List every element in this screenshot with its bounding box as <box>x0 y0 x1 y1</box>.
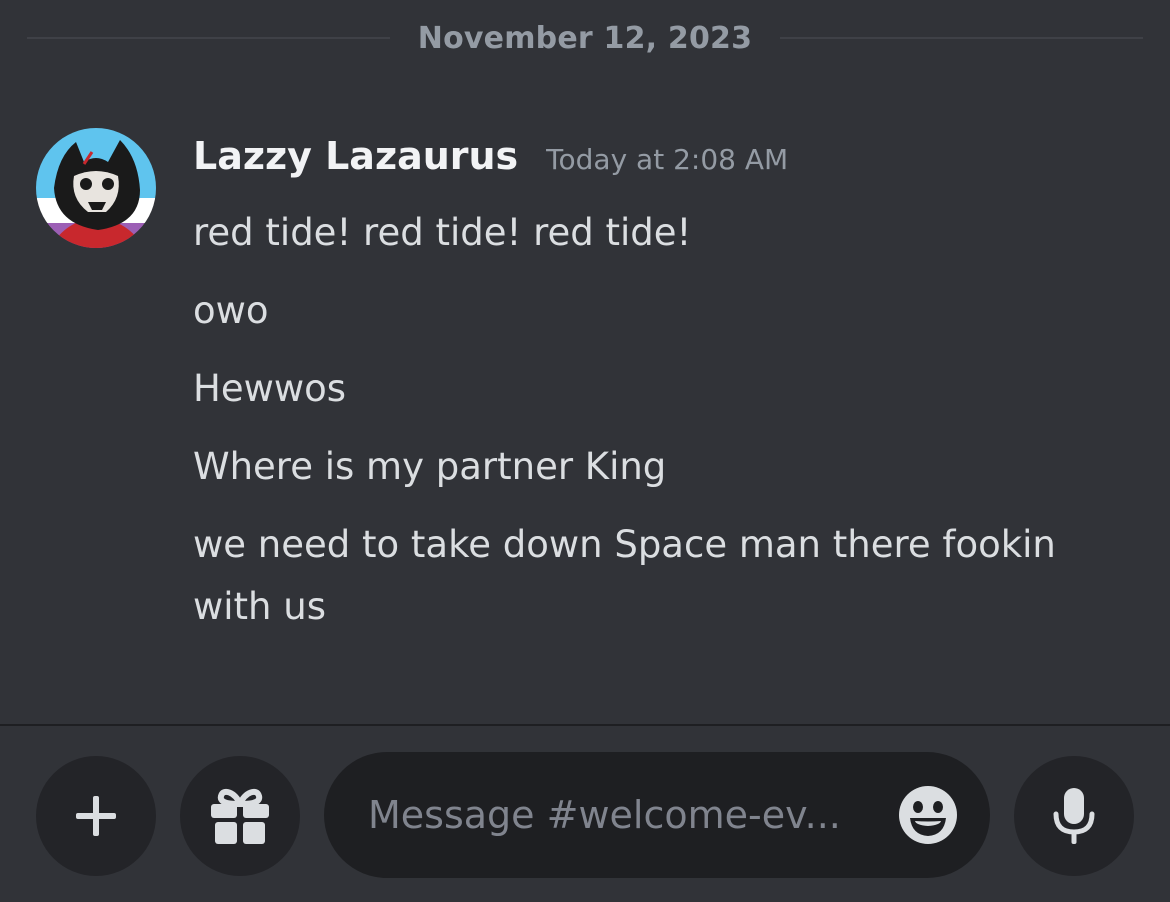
divider-line-right <box>780 37 1143 39</box>
gift-icon <box>211 788 269 844</box>
message-line[interactable]: Where is my partner King <box>193 436 1143 498</box>
message-input-placeholder: Message #welcome-ev... <box>368 793 841 837</box>
message-header: Lazzy Lazaurus Today at 2:08 AM <box>193 134 788 178</box>
message-content: red tide! red tide! red tide! owo Hewwos… <box>193 202 1143 654</box>
attach-button[interactable] <box>36 756 156 876</box>
message-composer: Message #welcome-ev... <box>0 726 1170 902</box>
message-line[interactable]: Hewwos <box>193 358 1143 420</box>
voice-message-button[interactable] <box>1014 756 1134 876</box>
message-line[interactable]: owo <box>193 280 1143 342</box>
emoji-button[interactable] <box>898 785 958 845</box>
gift-button[interactable] <box>180 756 300 876</box>
divider-date: November 12, 2023 <box>417 20 753 56</box>
message-input[interactable]: Message #welcome-ev... <box>324 752 990 878</box>
message-line[interactable]: we need to take down Space man there foo… <box>193 514 1143 638</box>
microphone-icon <box>1053 788 1095 844</box>
chat-screen: November 12, 2023 Lazzy Lazaurus Today a… <box>0 0 1170 902</box>
emoji-smile-icon <box>899 786 957 844</box>
avatar[interactable] <box>36 128 156 248</box>
message-line[interactable]: red tide! red tide! red tide! <box>193 202 1143 264</box>
message-timestamp: Today at 2:08 AM <box>546 143 789 176</box>
plus-icon <box>76 796 116 836</box>
divider-line-left <box>27 37 390 39</box>
avatar-image <box>36 128 156 248</box>
date-divider: November 12, 2023 <box>27 16 1143 60</box>
author-name[interactable]: Lazzy Lazaurus <box>193 134 518 178</box>
